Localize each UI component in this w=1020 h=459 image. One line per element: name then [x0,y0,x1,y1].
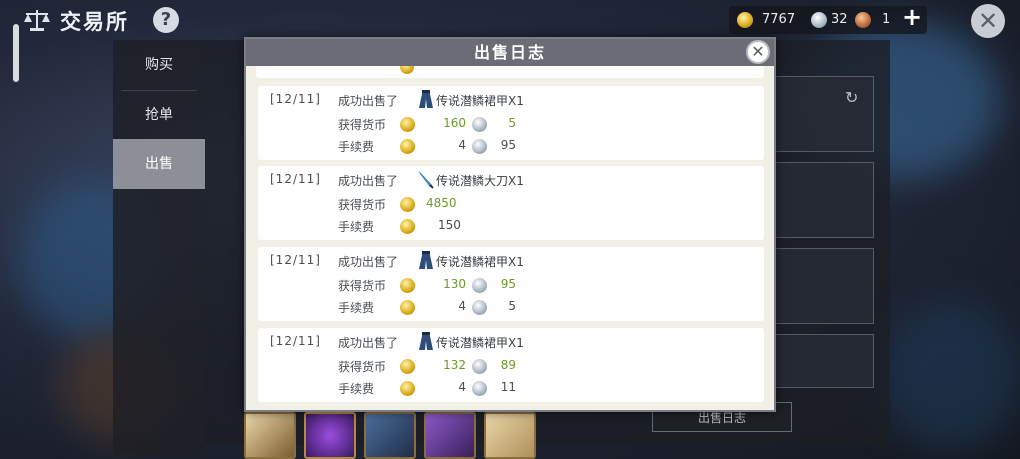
help-icon[interactable]: ? [153,7,179,33]
armor-skirt-icon [419,332,433,350]
tab-grab-order[interactable]: 抢单 [113,90,205,140]
gold-coin-icon [400,197,415,212]
fee-silver: 11 [500,380,516,394]
sale-log-dialog: 出售日志 ✕ [12/11] 成功出售了 传说潜鳞裙甲X1 获得货币 160 5… [244,37,776,412]
top-bar: 交易所 ? 7767 32 1 + ✕ [0,0,1020,40]
earned-label: 获得货币 [338,198,387,212]
earned-gold: 160 [443,116,466,130]
entry-action: 成功出售了 [338,174,399,188]
entry-item-name: 传说潜鳞裙甲X1 [436,94,524,108]
earned-gold: 4850 [426,196,457,210]
gold-amount: 7767 [762,12,796,27]
blade-icon [419,171,434,189]
dialog-header: 出售日志 ✕ [246,39,774,66]
gold-coin-icon [400,381,415,396]
inventory-item[interactable] [304,412,356,459]
inventory-item[interactable] [484,412,536,459]
side-nav: 购买 抢单 出售 [113,40,205,455]
entry-date: [12/11] [270,253,321,267]
earned-label: 获得货币 [338,360,387,374]
log-entry: [12/11] 成功出售了 传说潜鳞裙甲X1 获得货币 130 95 手续费 4… [258,247,764,321]
entry-action: 成功出售了 [338,94,399,108]
earned-silver: 95 [500,277,516,291]
entry-action: 成功出售了 [338,255,399,269]
armor-skirt-icon [419,90,433,108]
entry-date: [12/11] [270,172,321,186]
tab-sell[interactable]: 出售 [113,139,205,189]
fee-gold: 4 [458,299,466,313]
entry-item-name: 传说潜鳞裙甲X1 [436,255,524,269]
gold-coin-icon [400,359,415,374]
background-blur [880,300,1020,450]
dialog-close-icon[interactable]: ✕ [746,40,770,64]
refresh-icon[interactable]: ↻ [845,88,863,107]
gold-coin-icon [400,66,414,74]
fee-label: 手续费 [338,140,375,154]
earned-label: 获得货币 [338,279,387,293]
entry-date: [12/11] [270,92,321,106]
earned-label: 获得货币 [338,118,387,132]
page-title: 交易所 [60,10,129,34]
dialog-title: 出售日志 [473,43,546,62]
entry-item-name: 传说潜鳞大刀X1 [436,174,524,188]
entry-date: [12/11] [270,334,321,348]
inventory-item[interactable] [424,412,476,459]
scrollbar[interactable] [13,24,19,82]
add-currency-button[interactable]: + [902,5,922,29]
gold-coin-icon [400,278,415,293]
earned-silver: 5 [508,116,516,130]
gold-coin-icon [737,12,753,28]
bronze-amount: 1 [882,12,891,27]
gold-coin-icon [400,117,415,132]
close-icon[interactable]: ✕ [971,4,1005,38]
log-entry: [12/11] 成功出售了 传说潜鳞裙甲X1 获得货币 132 89 手续费 4… [258,328,764,402]
tab-buy[interactable]: 购买 [113,40,205,90]
currency-bar: 7767 32 1 [729,6,927,34]
list-item-partial [256,66,764,78]
earned-gold: 132 [443,358,466,372]
log-entry: [12/11] 成功出售了 传说潜鳞裙甲X1 获得货币 160 5 手续费 4 … [258,86,764,160]
gold-coin-icon [400,300,415,315]
inventory-item[interactable] [244,412,296,459]
entry-action: 成功出售了 [338,336,399,350]
entry-item-name: 传说潜鳞裙甲X1 [436,336,524,350]
inventory-item[interactable] [364,412,416,459]
fee-gold: 4 [458,380,466,394]
silver-amount: 32 [831,12,848,27]
fee-label: 手续费 [338,382,375,396]
fee-gold: 150 [438,218,461,232]
earned-gold: 130 [443,277,466,291]
bronze-coin-icon [855,12,871,28]
fee-silver: 5 [508,299,516,313]
gold-coin-icon [400,219,415,234]
scale-icon [24,10,50,31]
fee-label: 手续费 [338,301,375,315]
earned-silver: 89 [500,358,516,372]
silver-coin-icon [811,12,827,28]
fee-silver: 95 [500,138,516,152]
log-entry: [12/11] 成功出售了 传说潜鳞大刀X1 获得货币 4850 手续费 150 [258,166,764,240]
fee-gold: 4 [458,138,466,152]
gold-coin-icon [400,139,415,154]
fee-label: 手续费 [338,220,375,234]
armor-skirt-icon [419,251,433,269]
log-list[interactable]: [12/11] 成功出售了 传说潜鳞裙甲X1 获得货币 160 5 手续费 4 … [256,66,768,409]
